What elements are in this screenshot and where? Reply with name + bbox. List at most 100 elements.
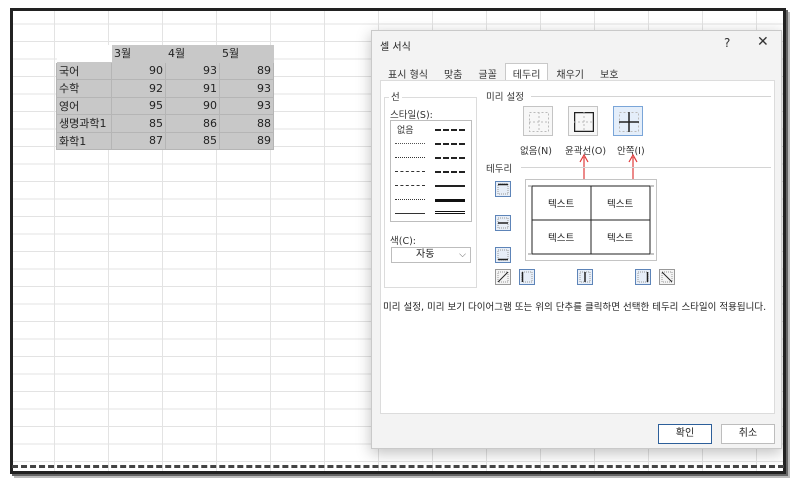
border-bottom-button[interactable] bbox=[495, 247, 511, 263]
preset-none-label: 없음(N) bbox=[520, 146, 552, 157]
border-center-button[interactable] bbox=[577, 269, 593, 285]
border-middle-icon bbox=[497, 217, 509, 229]
preset-inside-button[interactable] bbox=[613, 106, 643, 136]
table-row: 생명과학1 85 86 88 bbox=[56, 114, 274, 133]
header-cell-may[interactable]: 5월 bbox=[219, 44, 274, 62]
line-style-medium-dashed[interactable] bbox=[435, 171, 465, 173]
cell-value[interactable]: 89 bbox=[219, 131, 274, 150]
border-left-icon bbox=[521, 271, 533, 283]
data-table[interactable]: 3월 4월 5월 국어 90 93 89 수학 92 91 93 영어 95 9… bbox=[56, 44, 274, 150]
row-label[interactable]: 생명과학1 bbox=[56, 114, 112, 133]
preset-inside-icon bbox=[619, 112, 639, 132]
preview-cell-text: 텍스트 bbox=[607, 233, 634, 244]
style-label: 스타일(S): bbox=[390, 110, 433, 121]
tab-fill[interactable]: 채우기 bbox=[548, 63, 592, 81]
cell-value[interactable]: 85 bbox=[111, 114, 166, 133]
dialog-title: 셀 서식 bbox=[380, 42, 411, 53]
format-cells-dialog: 셀 서식 ? ✕ 표시 형식 맞춤 글꼴 테두리 채우기 보호 선 스타일(S)… bbox=[371, 30, 782, 449]
color-select[interactable]: 자동 ⌵ bbox=[391, 247, 471, 263]
border-bottom-icon bbox=[497, 249, 509, 261]
border-left-button[interactable] bbox=[519, 269, 535, 285]
description-text: 미리 설정, 미리 보기 다이어그램 또는 위의 단추를 클릭하면 선택한 테두… bbox=[383, 302, 767, 313]
color-label: 색(C): bbox=[390, 236, 416, 247]
table-header-row: 3월 4월 5월 bbox=[56, 44, 274, 62]
cell-value[interactable]: 88 bbox=[219, 114, 274, 133]
border-separator bbox=[521, 167, 771, 168]
cell-value[interactable]: 86 bbox=[165, 114, 220, 133]
cell-value[interactable]: 93 bbox=[219, 79, 274, 98]
tab-number[interactable]: 표시 형식 bbox=[380, 63, 436, 81]
cancel-button[interactable]: 취소 bbox=[721, 424, 775, 444]
border-center-icon bbox=[579, 271, 591, 283]
tab-alignment[interactable]: 맞춤 bbox=[436, 63, 470, 81]
line-style-medium-dash-dot[interactable] bbox=[435, 157, 465, 159]
header-cell-corner[interactable] bbox=[56, 44, 112, 62]
chevron-down-icon: ⌵ bbox=[459, 250, 466, 260]
dialog-tabs: 표시 형식 맞춤 글꼴 테두리 채우기 보호 bbox=[380, 63, 626, 81]
ok-button[interactable]: 확인 bbox=[658, 424, 712, 444]
border-middle-button[interactable] bbox=[495, 215, 511, 231]
preset-group-label: 미리 설정 bbox=[486, 92, 524, 103]
preview-cell-text: 텍스트 bbox=[607, 199, 634, 210]
cell-value[interactable]: 93 bbox=[165, 61, 220, 80]
line-style-slanted-dash[interactable] bbox=[435, 143, 465, 145]
cell-value[interactable]: 89 bbox=[219, 61, 274, 80]
preview-cell-text: 텍스트 bbox=[548, 199, 575, 210]
style-none-label: 없음 bbox=[397, 126, 414, 136]
line-style-thick[interactable] bbox=[435, 199, 465, 202]
cell-value[interactable]: 85 bbox=[165, 131, 220, 150]
close-button[interactable]: ✕ bbox=[757, 34, 769, 50]
border-diagonal-up-button[interactable] bbox=[495, 269, 511, 285]
line-style-hair[interactable] bbox=[395, 143, 425, 144]
border-group-label: 테두리 bbox=[486, 164, 513, 175]
cell-value[interactable]: 87 bbox=[111, 131, 166, 150]
tab-border[interactable]: 테두리 bbox=[504, 63, 549, 81]
line-style-double[interactable] bbox=[435, 211, 465, 215]
line-style-thin[interactable] bbox=[395, 213, 425, 214]
line-style-dashed-fine[interactable] bbox=[395, 199, 425, 200]
border-preview[interactable]: 텍스트 텍스트 텍스트 텍스트 bbox=[525, 179, 657, 261]
help-button[interactable]: ? bbox=[724, 36, 730, 50]
line-style-medium[interactable] bbox=[435, 185, 465, 187]
preview-cell-text: 텍스트 bbox=[548, 233, 575, 244]
diagonal-up-icon bbox=[497, 271, 509, 283]
screenshot-frame: 3월 4월 5월 국어 90 93 89 수학 92 91 93 영어 95 9… bbox=[10, 8, 786, 474]
line-style-dash-dot[interactable] bbox=[395, 185, 425, 186]
border-diagonal-down-button[interactable] bbox=[659, 269, 675, 285]
preset-separator bbox=[531, 96, 771, 97]
preset-none-button[interactable] bbox=[523, 106, 553, 136]
row-label[interactable]: 국어 bbox=[56, 61, 112, 80]
header-cell-april[interactable]: 4월 bbox=[165, 44, 220, 62]
diagonal-down-icon bbox=[661, 271, 673, 283]
line-style-dash-dot-dot[interactable] bbox=[395, 171, 425, 172]
color-select-value: 자동 bbox=[416, 249, 435, 260]
table-row: 영어 95 90 93 bbox=[56, 96, 274, 115]
cell-value[interactable]: 90 bbox=[111, 61, 166, 80]
preset-outline-button[interactable] bbox=[568, 106, 598, 136]
border-right-icon bbox=[637, 271, 649, 283]
border-top-icon bbox=[497, 183, 509, 195]
row-label[interactable]: 영어 bbox=[56, 96, 112, 115]
cell-value[interactable]: 91 bbox=[165, 79, 220, 98]
preset-outline-icon bbox=[574, 112, 594, 132]
line-style-dotted[interactable] bbox=[395, 157, 425, 158]
cell-value[interactable]: 95 bbox=[111, 96, 166, 115]
preview-grid bbox=[528, 185, 654, 255]
table-row: 수학 92 91 93 bbox=[56, 79, 274, 98]
frame-edge bbox=[12, 465, 784, 468]
preset-none-icon bbox=[529, 112, 549, 132]
row-label[interactable]: 수학 bbox=[56, 79, 112, 98]
tab-protection[interactable]: 보호 bbox=[592, 63, 626, 81]
border-right-button[interactable] bbox=[635, 269, 651, 285]
header-cell-march[interactable]: 3월 bbox=[111, 44, 166, 62]
cell-value[interactable]: 92 bbox=[111, 79, 166, 98]
table-row: 화학1 87 85 89 bbox=[56, 131, 274, 150]
tab-font[interactable]: 글꼴 bbox=[470, 63, 504, 81]
cell-value[interactable]: 90 bbox=[165, 96, 220, 115]
line-group-label: 선 bbox=[389, 89, 402, 103]
border-top-button[interactable] bbox=[495, 181, 511, 197]
row-label[interactable]: 화학1 bbox=[56, 131, 112, 150]
cell-value[interactable]: 93 bbox=[219, 96, 274, 115]
line-style-list[interactable]: 없음 bbox=[390, 120, 472, 222]
line-style-medium-dash-dot-dot[interactable] bbox=[435, 129, 465, 131]
